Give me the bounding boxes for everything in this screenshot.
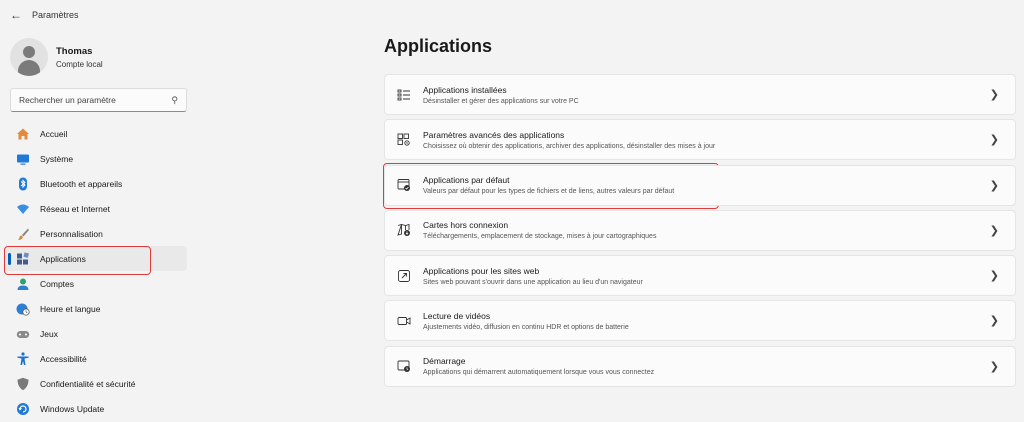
card-description: Désinstaller et gérer des applications s… [423,97,579,105]
sidebar-item-label: Accessibilité [40,353,87,364]
card-startup[interactable]: Démarrage Applications qui démarrent aut… [384,345,1016,387]
chevron-right-icon: ❯ [989,270,999,283]
apps-gear-icon [397,133,411,147]
video-icon [397,314,411,328]
sidebar-item-label: Accueil [40,128,68,139]
startup-icon [397,359,411,373]
card-title: Applications installées [423,84,507,95]
sidebar-item-label: Comptes [40,278,75,289]
sidebar-item-confidentialite[interactable]: Confidentialité et sécurité [4,371,187,396]
map-download-icon [397,223,411,237]
brush-icon [16,227,30,241]
profile-name: Thomas [56,45,93,57]
person-icon [16,277,30,291]
sidebar-item-comptes[interactable]: Comptes [4,271,187,296]
open-external-icon [397,269,411,283]
card-title: Applications pour les sites web [423,265,540,276]
search-box[interactable]: ⚲ [10,88,187,112]
sidebar-item-bluetooth[interactable]: Bluetooth et appareils [4,171,187,196]
card-title: Lecture de vidéos [423,310,491,321]
bluetooth-icon [16,177,30,191]
card-description: Ajustements vidéo, diffusion en continu … [423,323,629,331]
user-profile[interactable]: Thomas Compte local [10,38,103,76]
sidebar-item-label: Bluetooth et appareils [40,178,123,189]
card-installed-apps[interactable]: Applications installées Désinstaller et … [384,74,1016,115]
accessibility-icon [16,351,30,366]
chevron-right-icon: ❯ [989,179,999,192]
chevron-right-icon: ❯ [989,89,999,101]
card-apps-for-websites[interactable]: Applications pour les sites web Sites we… [384,255,1016,297]
sidebar-item-label: Windows Update [40,403,105,414]
card-title: Cartes hors connexion [423,220,509,231]
card-title: Applications par défaut [423,175,510,186]
home-icon [16,127,30,141]
card-description: Sites web pouvant s'ouvrir dans une appl… [423,278,643,286]
sidebar-item-accessibilite[interactable]: Accessibilité [4,346,187,371]
back-button[interactable]: ← [6,5,26,25]
card-default-apps[interactable]: Applications par défaut Valeurs par défa… [384,164,1016,206]
card-description: Valeurs par défaut pour les types de fic… [423,188,675,196]
sidebar-item-accueil[interactable]: Accueil [4,121,187,146]
card-description: Téléchargements, emplacement de stockage… [423,233,657,241]
update-icon [16,402,30,416]
wifi-icon [16,202,30,216]
card-title: Démarrage [423,356,466,367]
sidebar-nav: Accueil Système Bluetooth et appareils R… [4,121,187,421]
sidebar-item-systeme[interactable]: Système [4,146,187,171]
search-icon[interactable]: ⚲ [171,95,178,106]
globe-clock-icon [16,302,30,316]
card-description: Choisissez où obtenir des applications, … [423,142,716,150]
default-apps-icon [397,178,411,192]
sidebar-item-windows-update[interactable]: Windows Update [4,396,187,421]
sidebar-item-applications[interactable]: Applications [4,246,187,271]
profile-account-type: Compte local [56,59,103,69]
page-title: Applications [384,36,493,56]
sidebar-item-reseau[interactable]: Réseau et Internet [4,196,187,221]
apps-icon [16,251,30,266]
card-title: Paramètres avancés des applications [423,129,565,140]
sidebar-item-label: Réseau et Internet [40,203,110,214]
card-video-playback[interactable]: Lecture de vidéos Ajustements vidéo, dif… [384,300,1016,342]
sidebar-item-label: Jeux [40,328,58,339]
window-title: Paramètres [32,10,79,20]
list-icon [397,88,411,102]
sidebar: Thomas Compte local ⚲ Accueil Système Bl… [0,30,195,422]
sidebar-item-personnalisation[interactable]: Personnalisation [4,221,187,246]
search-input[interactable] [19,95,172,105]
chevron-right-icon: ❯ [989,134,999,147]
sidebar-item-label: Système [40,153,74,164]
sidebar-item-jeux[interactable]: Jeux [4,321,187,346]
sidebar-item-label: Confidentialité et sécurité [40,378,136,389]
monitor-icon [16,152,30,166]
avatar [10,38,48,76]
sidebar-item-label: Applications [40,253,86,264]
card-description: Applications qui démarrent automatiqueme… [423,369,655,377]
gamepad-icon [16,327,30,341]
sidebar-item-label: Heure et langue [40,303,101,314]
sidebar-item-label: Personnalisation [40,228,103,239]
arrow-left-icon: ← [10,8,22,22]
settings-list: Applications installées Désinstaller et … [384,74,1016,391]
chevron-right-icon: ❯ [989,360,999,373]
sidebar-item-heure-langue[interactable]: Heure et langue [4,296,187,321]
chevron-right-icon: ❯ [989,224,999,237]
shield-icon [16,377,30,391]
main-content: Applications Applications installées Dés… [384,0,1016,422]
card-offline-maps[interactable]: Cartes hors connexion Téléchargements, e… [384,209,1016,251]
card-advanced-app-settings[interactable]: Paramètres avancés des applications Choi… [384,119,1016,161]
chevron-right-icon: ❯ [989,315,999,328]
